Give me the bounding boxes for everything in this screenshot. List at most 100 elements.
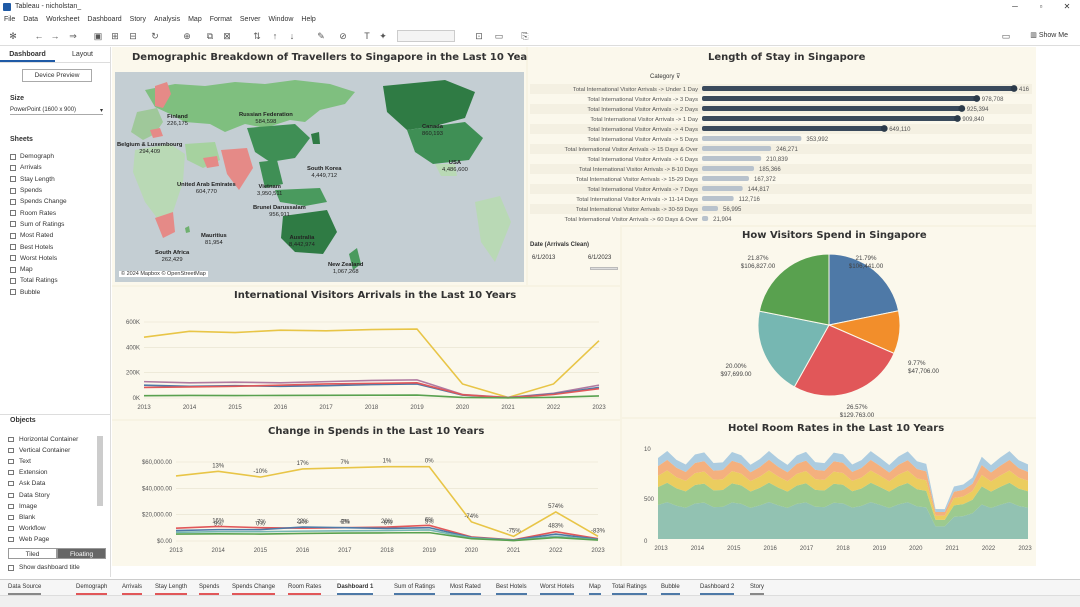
menu-file[interactable]: File (0, 16, 19, 23)
sheet-item[interactable]: Best Hotels (10, 241, 67, 252)
tab-dashboard-1[interactable]: Dashboard 1 (337, 580, 374, 595)
map-label[interactable]: Finland 226,175 (167, 114, 188, 128)
map-label[interactable]: South Africa 262,429 (155, 250, 189, 264)
map-label[interactable]: Russian Federation 584,598 (239, 112, 293, 126)
menu-help[interactable]: Help (297, 16, 319, 23)
tab-bubble[interactable]: Bubble (661, 580, 680, 595)
menu-data[interactable]: Data (19, 16, 42, 23)
world-map[interactable]: © 2024 Mapbox © OpenStreetMap Finland 226… (115, 72, 524, 282)
menu-window[interactable]: Window (265, 16, 298, 23)
map-label[interactable]: Canada 860,193 (422, 124, 443, 138)
stay-bar[interactable] (702, 206, 718, 211)
sheet-item[interactable]: Spends (10, 185, 67, 196)
map-label[interactable]: Vietnam 3,950,511 (257, 184, 282, 198)
tab-worst-hotels[interactable]: Worst Hotels (540, 580, 575, 595)
menu-server[interactable]: Server (236, 16, 265, 23)
stay-bar[interactable] (702, 116, 958, 121)
redo-icon[interactable]: → (50, 31, 60, 41)
object-item[interactable]: Horizontal Container (8, 434, 98, 445)
save-icon[interactable]: ▣ (93, 31, 103, 41)
map-label[interactable]: Mauritius 81,954 (201, 233, 227, 247)
object-item[interactable]: Text (8, 456, 98, 467)
sheet-item[interactable]: Map (10, 264, 67, 275)
tab-sum-of-ratings[interactable]: Sum of Ratings (394, 580, 436, 595)
sort-desc-icon[interactable]: ↓ (287, 31, 297, 41)
stay-bar[interactable] (702, 166, 755, 171)
tab-dashboard[interactable]: Dashboard (0, 47, 55, 62)
new-worksheet-icon[interactable]: ⊕ (182, 31, 192, 41)
object-item[interactable]: Blank (8, 512, 98, 523)
sheet-item[interactable]: Demograph (10, 151, 67, 162)
labels-icon[interactable]: T (362, 31, 372, 41)
maximize-icon[interactable]: ▫ (1028, 0, 1054, 13)
stay-bar[interactable] (702, 156, 762, 161)
clear-sheet-icon[interactable]: ⊠ (222, 31, 232, 41)
menu-format[interactable]: Format (206, 16, 236, 23)
tab-demograph[interactable]: Demograph (76, 580, 108, 595)
tab-spends[interactable]: Spends (199, 580, 220, 595)
sheet-item[interactable]: Stay Length (10, 174, 67, 185)
map-label[interactable]: Brunei Darussalam 956,911 (253, 205, 306, 219)
tab-map[interactable]: Map (589, 580, 601, 595)
duplicate-icon[interactable]: ⧉ (205, 31, 215, 41)
replay-icon[interactable]: ⇒ (68, 31, 78, 41)
stay-bar[interactable] (702, 146, 772, 151)
sheet-item[interactable]: Room Rates (10, 207, 67, 218)
show-dashboard-title-checkbox[interactable]: Show dashboard title (8, 564, 80, 571)
tab-data-source[interactable]: Data Source (8, 580, 42, 595)
map-label[interactable]: Australia 8,442,974 (289, 235, 315, 249)
objects-scrollbar[interactable] (97, 436, 103, 506)
sheet-item[interactable]: Bubble (10, 287, 67, 298)
stay-bar[interactable] (702, 216, 709, 221)
tab-most-rated[interactable]: Most Rated (450, 580, 481, 595)
tab-best-hotels[interactable]: Best Hotels (496, 580, 527, 595)
floating-button[interactable]: Floating (57, 548, 106, 559)
tab-total-ratings[interactable]: Total Ratings (612, 580, 647, 595)
size-dropdown[interactable]: PowerPoint (1600 x 900) ▾ (10, 107, 103, 115)
date-slider[interactable] (590, 267, 618, 270)
fit-dropdown[interactable] (397, 30, 455, 42)
undo-icon[interactable]: ← (34, 31, 44, 41)
show-me-button[interactable]: ▥ Show Me (1030, 31, 1068, 39)
sheet-item[interactable]: Sum of Ratings (10, 219, 67, 230)
new-data-source-icon[interactable]: ⊞ (110, 31, 120, 41)
object-item[interactable]: Data Story (8, 489, 98, 500)
tab-arrivals[interactable]: Arrivals (122, 580, 143, 595)
object-item[interactable]: Vertical Container (8, 445, 98, 456)
map-label[interactable]: United Arab Emirates 604,770 (177, 182, 236, 196)
device-preview-button[interactable]: Device Preview (22, 69, 92, 82)
object-item[interactable]: Image (8, 501, 98, 512)
highlight-icon[interactable]: ✎ (316, 31, 326, 41)
pause-updates-icon[interactable]: ⊟ (128, 31, 138, 41)
menu-story[interactable]: Story (126, 16, 150, 23)
map-label[interactable]: New Zealand 1,067,268 (328, 262, 363, 276)
sheet-item[interactable]: Total Ratings (10, 275, 67, 286)
sheet-item[interactable]: Most Rated (10, 230, 67, 241)
map-label[interactable]: South Korea 4,449,712 (307, 166, 341, 180)
tableau-icon[interactable]: ✻ (8, 31, 18, 41)
map-label[interactable]: USA 4,486,600 (442, 160, 468, 174)
stay-bar[interactable] (702, 86, 1014, 91)
object-item[interactable]: Ask Data (8, 478, 98, 489)
refresh-icon[interactable]: ↻ (150, 31, 160, 41)
tiled-button[interactable]: Tiled (8, 548, 57, 559)
minimize-icon[interactable]: ─ (1002, 0, 1028, 13)
stay-bar[interactable] (702, 186, 743, 191)
map-label[interactable]: Belgium & Luxembourg 294,409 (117, 142, 182, 156)
tab-spends-change[interactable]: Spends Change (232, 580, 276, 595)
date-end[interactable]: 6/1/2023 (588, 255, 611, 261)
show-labels-icon[interactable]: ⊡ (474, 31, 484, 41)
stay-bar[interactable] (702, 126, 885, 131)
stay-bar[interactable] (702, 96, 977, 101)
date-start[interactable]: 6/1/2013 (532, 255, 555, 261)
sheet-item[interactable]: Arrivals (10, 162, 67, 173)
object-item[interactable]: Web Page (8, 534, 98, 545)
object-item[interactable]: Workflow (8, 523, 98, 534)
tab-layout[interactable]: Layout (55, 47, 110, 62)
sort-asc-icon[interactable]: ↑ (270, 31, 280, 41)
stay-bar[interactable] (702, 136, 802, 141)
share-icon[interactable]: ⎘ (520, 31, 530, 41)
tab-room-rates[interactable]: Room Rates (288, 580, 322, 595)
swap-icon[interactable]: ⇅ (252, 31, 262, 41)
stay-bar[interactable] (702, 176, 749, 181)
